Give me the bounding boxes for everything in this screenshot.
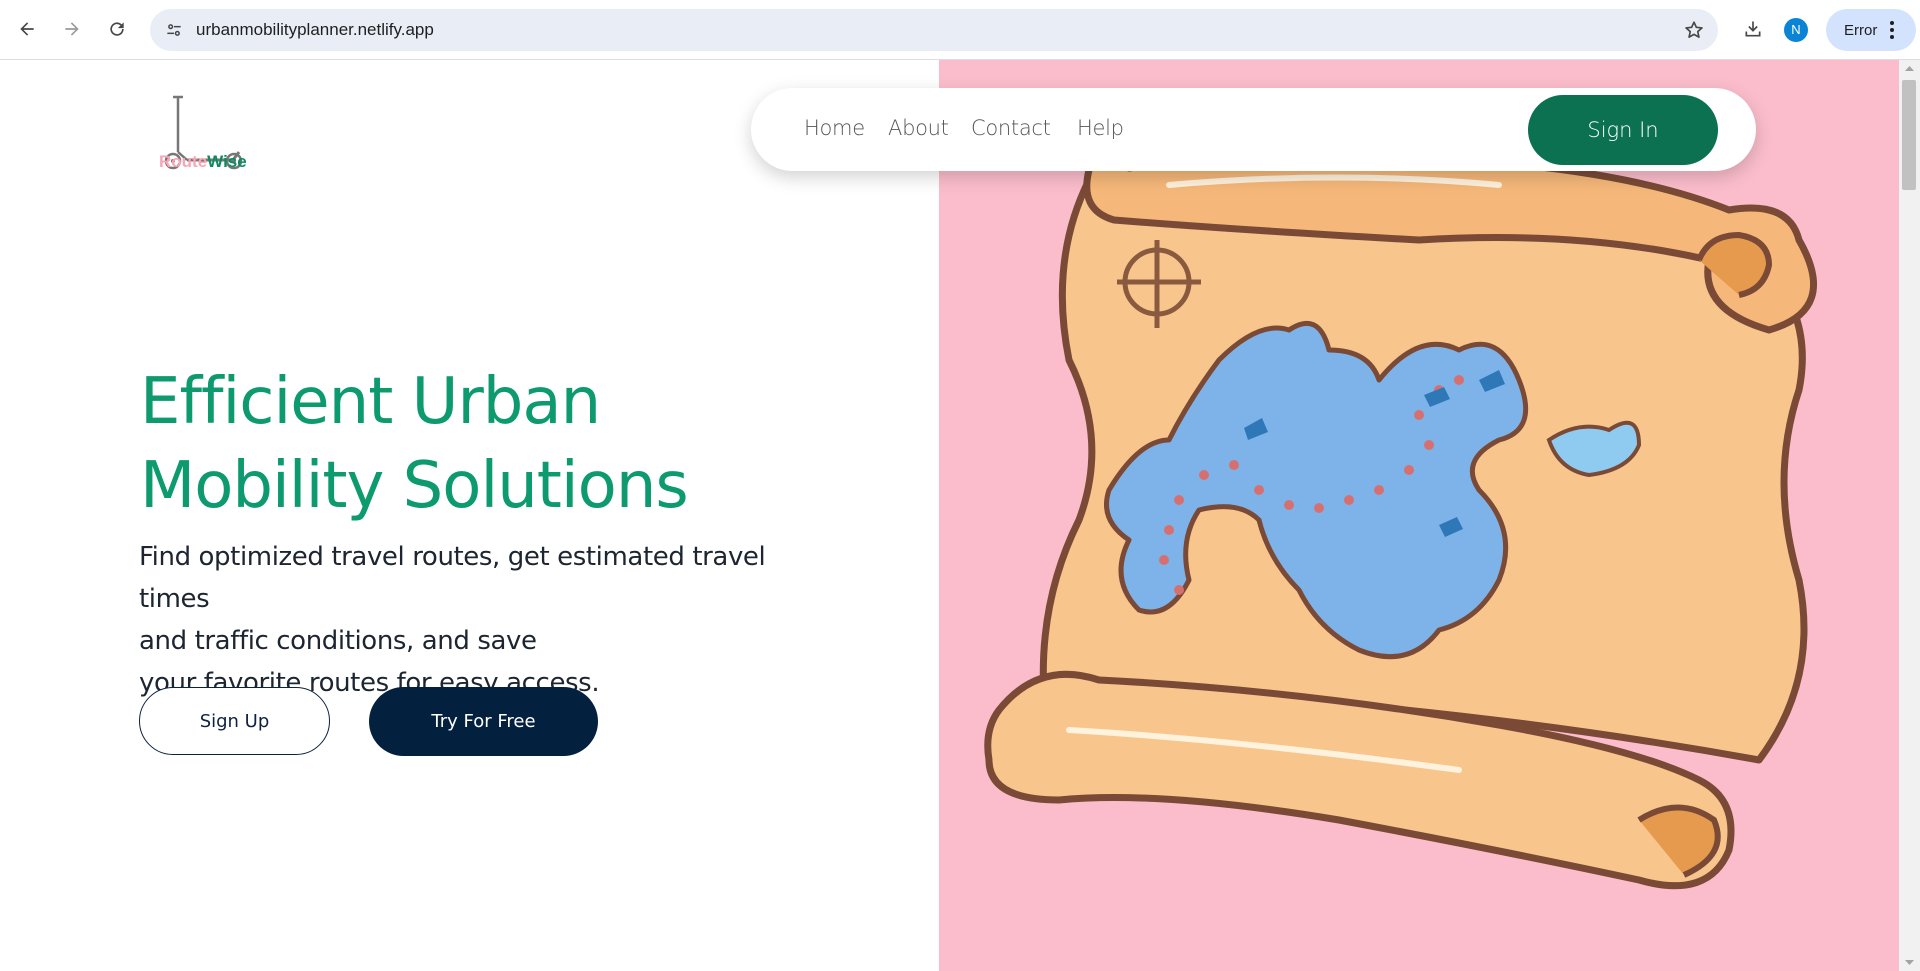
top-nav: Home About Contact Help Sign In [751, 88, 1756, 171]
profile-error-button[interactable]: Error [1826, 9, 1916, 51]
hero-left-panel: RouteWise Efficient Urban Mobility Solut… [0, 60, 939, 971]
kebab-menu-icon [1890, 21, 1895, 39]
nav-link-about[interactable]: About [888, 116, 949, 140]
hero-subtitle-line-2: and traffic conditions, and save [139, 626, 537, 656]
star-icon [1685, 21, 1703, 38]
sign-up-button[interactable]: Sign Up [139, 687, 330, 755]
nav-link-contact[interactable]: Contact [971, 116, 1051, 140]
tune-icon [167, 24, 181, 36]
hero-image-panel [939, 60, 1899, 971]
nav-link-home[interactable]: Home [804, 116, 865, 140]
logo-wise: Wise [207, 152, 247, 171]
hero-title: Efficient Urban Mobility Solutions [140, 360, 900, 528]
forward-button[interactable] [54, 11, 90, 47]
bookmark-button[interactable] [1680, 16, 1708, 44]
try-for-free-button[interactable]: Try For Free [369, 687, 598, 756]
hero-subtitle-line-1: Find optimized travel routes, get estima… [139, 542, 766, 614]
logo-route: Route [159, 152, 208, 171]
routewise-logo[interactable]: RouteWise [155, 94, 255, 174]
back-button[interactable] [9, 11, 45, 47]
page-scrollbar[interactable] [1899, 60, 1920, 971]
arrow-left-icon [20, 22, 34, 36]
hero-title-line-1: Efficient Urban [140, 365, 601, 439]
browser-toolbar: urbanmobilityplanner.netlify.app N Error [0, 0, 1920, 60]
reload-button[interactable] [99, 11, 135, 47]
url-text[interactable]: urbanmobilityplanner.netlify.app [196, 9, 434, 51]
page-viewport: RouteWise Efficient Urban Mobility Solut… [0, 60, 1920, 971]
profile-avatar[interactable]: N [1784, 18, 1808, 42]
hero-title-line-2: Mobility Solutions [140, 449, 689, 523]
treasure-map-illustration [984, 150, 1817, 890]
address-bar[interactable]: urbanmobilityplanner.netlify.app [150, 9, 1718, 51]
scrollbar-thumb[interactable] [1902, 80, 1916, 190]
scroll-down-icon[interactable] [1899, 955, 1920, 969]
profile-error-label: Error [1844, 21, 1878, 39]
reload-icon [110, 22, 124, 36]
hero-subtitle: Find optimized travel routes, get estima… [139, 536, 839, 704]
nav-link-help[interactable]: Help [1077, 116, 1124, 140]
sign-in-button[interactable]: Sign In [1528, 95, 1718, 165]
arrow-right-icon [65, 22, 79, 36]
download-icon [1745, 21, 1761, 37]
download-button[interactable] [1735, 11, 1771, 47]
scroll-up-icon[interactable] [1899, 62, 1920, 76]
site-info-button[interactable] [160, 16, 188, 44]
logo-wordmark: RouteWise [159, 152, 247, 172]
